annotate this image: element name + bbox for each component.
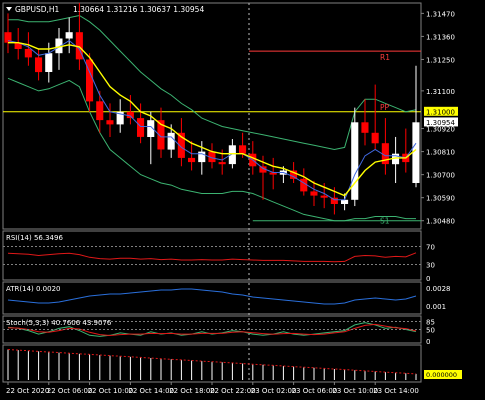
candle-body bbox=[106, 120, 114, 125]
axis-tick-label: 0 bbox=[426, 338, 430, 346]
ohlc-readout: 1.30664 1.31216 1.30637 1.30954 bbox=[73, 5, 204, 14]
price-tick-label: 1.31250 bbox=[426, 56, 455, 64]
svg-text:1.30954: 1.30954 bbox=[426, 119, 455, 127]
price-tick-label: 1.30590 bbox=[426, 195, 455, 203]
candle-body bbox=[137, 118, 145, 137]
time-tick-label: 22 Oct 10:00 bbox=[88, 387, 134, 395]
trading-chart[interactable]: GBPUSD,H1 1.30664 1.31216 1.30637 1.3095… bbox=[0, 0, 485, 400]
axis-tick-label: 0.001 bbox=[426, 303, 446, 311]
candle-body bbox=[300, 178, 308, 192]
axis-tick-label: 85 bbox=[426, 318, 435, 326]
time-tick-label: 23 Oct 14:00 bbox=[373, 387, 419, 395]
candle-body bbox=[167, 132, 175, 150]
candle-body bbox=[24, 49, 32, 58]
time-tick-label: 22 Oct 22:00 bbox=[210, 387, 256, 395]
level-price-tag: 1.31000 bbox=[424, 106, 458, 116]
time-tick-label: 22 Oct 18:00 bbox=[169, 387, 215, 395]
candle-body bbox=[341, 199, 349, 204]
atr-label: ATR(14) 0.0020 bbox=[6, 285, 60, 293]
time-axis: 22 Oct 202022 Oct 06:0022 Oct 10:0022 Oc… bbox=[6, 382, 419, 395]
rsi-line bbox=[7, 252, 417, 263]
rsi-axis: 70 30 0 bbox=[426, 244, 435, 284]
fifth-value-tag: 0.000000 bbox=[424, 370, 462, 379]
rsi-panel-frame bbox=[2, 230, 422, 281]
candle-body bbox=[65, 32, 73, 39]
axis-tick-label: 0.0028 bbox=[426, 285, 451, 293]
candle-body bbox=[126, 111, 134, 119]
svg-text:0.000000: 0.000000 bbox=[426, 371, 457, 379]
candle-body bbox=[361, 122, 369, 133]
symbol-label: GBPUSD,H1 bbox=[15, 5, 60, 14]
price-tick-label: 1.30810 bbox=[426, 149, 455, 157]
atr-axis: 0.0028 0.001 bbox=[426, 285, 451, 311]
rsi-label: RSI(14) 56.3496 bbox=[6, 234, 63, 242]
candle-body bbox=[371, 132, 379, 144]
header: GBPUSD,H1 1.30664 1.31216 1.30637 1.3095… bbox=[6, 5, 204, 14]
atr-line bbox=[7, 288, 417, 305]
s1-label: S1 bbox=[380, 217, 390, 226]
axis-tick-label: 0 bbox=[426, 275, 430, 283]
current-price-tag: 1.30954 bbox=[424, 117, 458, 127]
axis-tick-label: 50 bbox=[426, 327, 435, 335]
time-tick-label: 22 Oct 14:00 bbox=[128, 387, 174, 395]
time-tick-label: 23 Oct 02:00 bbox=[251, 387, 297, 395]
candle-body bbox=[45, 53, 53, 72]
candle-body bbox=[218, 162, 226, 165]
chevron-down-icon[interactable] bbox=[6, 7, 12, 11]
candle-body bbox=[35, 57, 43, 73]
candle-body bbox=[198, 151, 206, 163]
r1-label: R1 bbox=[380, 53, 390, 62]
time-tick-label: 23 Oct 06:00 bbox=[292, 387, 338, 395]
price-tick-label: 1.30480 bbox=[426, 218, 455, 226]
axis-tick-label: 70 bbox=[426, 244, 435, 252]
axis-tick-label: 30 bbox=[426, 262, 435, 270]
fifth-plot bbox=[7, 349, 417, 380]
price-tick-label: 1.31100 bbox=[426, 88, 455, 96]
time-tick-label: 23 Oct 10:00 bbox=[332, 387, 378, 395]
pp-label: PP bbox=[380, 103, 390, 112]
stoch-label: Stoch(5,3,3) 40.7606 43.9076 bbox=[6, 319, 112, 327]
candle-body bbox=[351, 122, 359, 200]
candle-body bbox=[239, 145, 247, 154]
stoch-axis: 8550 0 bbox=[426, 318, 435, 346]
price-plot bbox=[3, 2, 421, 222]
price-tick-label: 1.31360 bbox=[426, 33, 455, 41]
svg-text:1.31000: 1.31000 bbox=[426, 108, 455, 116]
atr-panel-frame bbox=[2, 281, 422, 315]
time-tick-label: 22 Oct 06:00 bbox=[47, 387, 93, 395]
candle-body bbox=[412, 122, 420, 183]
candle-body bbox=[188, 157, 196, 163]
time-tick-label: 22 Oct 2020 bbox=[6, 387, 49, 395]
candle-body bbox=[320, 195, 328, 198]
candle-body bbox=[310, 191, 318, 196]
price-tick-label: 1.31470 bbox=[426, 10, 455, 18]
candle-body bbox=[96, 101, 104, 121]
atr-plot bbox=[7, 288, 417, 305]
rsi-plot bbox=[3, 246, 421, 265]
price-tick-label: 1.30700 bbox=[426, 172, 455, 180]
